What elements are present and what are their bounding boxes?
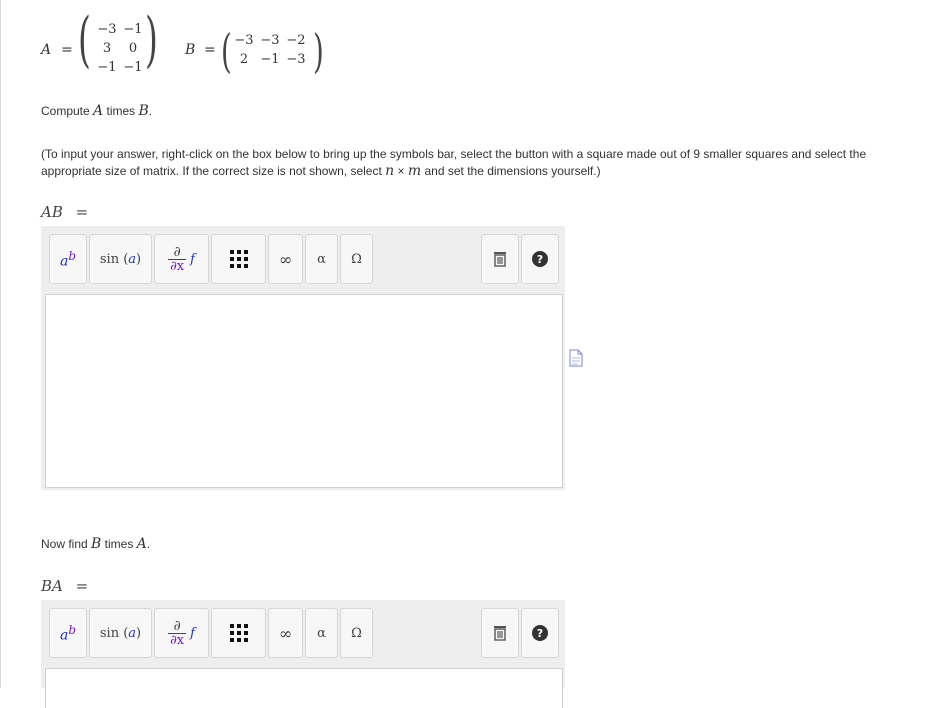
question-1-var-b: B	[138, 103, 149, 119]
infinity-icon: ∞	[278, 623, 293, 643]
instructions: (To input your answer, right-click on th…	[41, 146, 921, 180]
answer-1-label: AB =	[41, 203, 88, 221]
instructions-line-2-post: and set the dimensions yourself.)	[421, 164, 601, 178]
help-button[interactable]: ?	[521, 234, 559, 284]
sin-icon: sin (a)	[99, 625, 142, 641]
math-editor-1: ab sin (a) ∂ ∂x f ∞ α Ω ?	[41, 226, 565, 490]
greek-omega-button[interactable]: Ω	[340, 608, 373, 658]
matrix-a-cell: 3	[102, 41, 112, 56]
matrix-b-grid: −3 −3 −2 2 −1 −3	[231, 33, 309, 67]
matrix-a-equals: =	[61, 42, 73, 58]
infinity-icon: ∞	[278, 249, 293, 269]
greek-alpha-button[interactable]: α	[305, 608, 338, 658]
trash-icon	[493, 251, 507, 267]
matrix-a-cell: −1	[97, 60, 117, 75]
question-1: Compute A times B.	[41, 103, 152, 120]
matrix-a-cell: −1	[123, 22, 143, 37]
answer-2-equals: =	[75, 577, 89, 595]
question-2-prefix: Now find	[41, 537, 92, 551]
svg-text:?: ?	[537, 627, 543, 640]
matrix-b-cell: −3	[286, 52, 306, 67]
matrix-grid-icon	[229, 250, 248, 268]
greek-omega-button[interactable]: Ω	[340, 234, 373, 284]
superscript-button[interactable]: ab	[49, 234, 87, 284]
greek-alpha-button[interactable]: α	[305, 234, 338, 284]
answer-1-equals: =	[75, 203, 89, 221]
svg-text:?: ?	[537, 253, 543, 266]
matrix-a-grid: −3 −1 3 0 −1 −1	[94, 22, 146, 75]
answer-input-ab[interactable]	[45, 294, 563, 488]
derivative-button[interactable]: ∂ ∂x f	[154, 234, 209, 284]
matrix-b-cell: −3	[234, 33, 254, 48]
superscript-button[interactable]: ab	[49, 608, 87, 658]
matrix-a-cell: −1	[123, 60, 143, 75]
trash-icon	[493, 625, 507, 641]
infinity-button[interactable]: ∞	[268, 608, 303, 658]
alpha-icon: α	[317, 625, 326, 641]
matrix-grid-icon	[229, 624, 248, 642]
math-editor-2: ab sin (a) ∂ ∂x f ∞ α Ω ?	[41, 600, 565, 708]
matrix-a-cell: −3	[97, 22, 117, 37]
matrix-b-right-paren: )	[313, 24, 324, 78]
matrix-b-cell: −1	[260, 52, 280, 67]
matrix-button[interactable]	[211, 234, 266, 284]
trig-function-button[interactable]: sin (a)	[89, 234, 152, 284]
symbols-toolbar-2: ab sin (a) ∂ ∂x f ∞ α Ω ?	[41, 600, 565, 666]
matrix-b-definition: B = ( −3 −3 −2 2 −1 −3 )	[185, 14, 335, 84]
page-left-border	[0, 0, 1, 688]
instructions-line-2: appropriate size of matrix. If the corre…	[41, 163, 921, 180]
sin-icon: sin (a)	[99, 251, 142, 267]
omega-icon: Ω	[351, 625, 362, 641]
answer-2-name: BA	[41, 577, 63, 595]
help-icon: ?	[532, 625, 548, 641]
matrix-button[interactable]	[211, 608, 266, 658]
clear-button[interactable]	[481, 608, 519, 658]
answer-input-ba[interactable]	[45, 668, 563, 708]
instructions-line-2-pre: appropriate size of matrix. If the corre…	[41, 164, 386, 178]
matrix-a-left-paren: (	[78, 5, 91, 75]
alpha-icon: α	[317, 251, 326, 267]
question-2-var-a: A	[136, 536, 147, 552]
question-2-mid: times	[101, 537, 137, 551]
derivative-icon: ∂ ∂x f	[168, 617, 195, 648]
clear-button[interactable]	[481, 234, 519, 284]
question-2: Now find B times A.	[41, 536, 150, 553]
matrix-a-cell: 0	[128, 41, 138, 56]
infinity-button[interactable]: ∞	[268, 234, 303, 284]
symbols-toolbar-1: ab sin (a) ∂ ∂x f ∞ α Ω ?	[41, 226, 565, 292]
question-1-suffix: .	[148, 104, 153, 118]
answer-2-label: BA =	[41, 577, 88, 595]
derivative-icon: ∂ ∂x f	[168, 243, 195, 274]
superscript-icon: ab	[59, 622, 77, 644]
instructions-m: m	[407, 163, 422, 179]
instructions-line-1: (To input your answer, right-click on th…	[41, 147, 867, 161]
matrix-b-cell: −2	[286, 33, 306, 48]
question-2-suffix: .	[146, 537, 151, 551]
trig-function-button[interactable]: sin (a)	[89, 608, 152, 658]
matrix-b-cell: 2	[239, 52, 249, 67]
matrix-a-right-paren: )	[145, 5, 158, 75]
matrix-b-name: B	[185, 42, 196, 58]
question-1-mid: times	[103, 104, 139, 118]
superscript-icon: ab	[59, 248, 77, 270]
derivative-button[interactable]: ∂ ∂x f	[154, 608, 209, 658]
answer-1-name: AB	[41, 203, 63, 221]
document-icon[interactable]	[569, 349, 583, 372]
question-1-var-a: A	[93, 103, 104, 119]
matrix-b-equals: =	[204, 42, 216, 58]
help-button[interactable]: ?	[521, 608, 559, 658]
help-icon: ?	[532, 251, 548, 267]
instructions-times: ×	[397, 164, 405, 178]
instructions-n: n	[385, 163, 395, 179]
omega-icon: Ω	[351, 251, 362, 267]
matrix-b-cell: −3	[260, 33, 280, 48]
matrix-a-definition: A = ( −3 −1 3 0 −1 −1 )	[41, 10, 161, 84]
matrix-a-name: A	[41, 42, 52, 58]
question-2-var-b: B	[91, 536, 102, 552]
question-1-prefix: Compute	[41, 104, 94, 118]
